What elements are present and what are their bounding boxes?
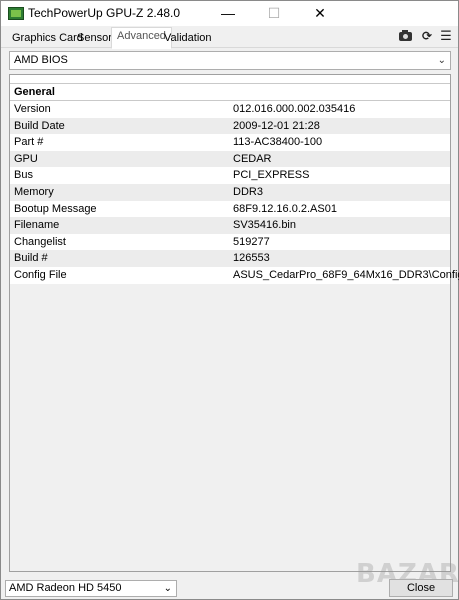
bios-select[interactable]: AMD BIOS ⌄ xyxy=(9,51,451,70)
table-row: Changelist 519277 xyxy=(10,233,450,251)
title-bar[interactable]: TechPowerUp GPU-Z 2.48.0 — ☐ ✕ xyxy=(1,1,458,26)
bios-info-panel: General Version 012.016.000.002.035416 Bu… xyxy=(9,74,459,572)
table-row: Config File ASUS_CedarPro_68F9_64Mx16_DDR… xyxy=(10,266,459,284)
menu-icon[interactable]: ☰ xyxy=(438,29,454,43)
window-title: TechPowerUp GPU-Z 2.48.0 xyxy=(28,6,181,20)
table-row: Version 012.016.000.002.035416 xyxy=(10,101,450,118)
row-value[interactable]: 2009-12-01 21:28 xyxy=(233,118,320,134)
row-value[interactable]: PCI_EXPRESS xyxy=(233,167,309,183)
chevron-down-icon: ⌄ xyxy=(163,583,172,594)
row-key: Part # xyxy=(14,136,44,149)
row-key: Filename xyxy=(14,219,60,232)
table-row: Bus PCI_EXPRESS xyxy=(10,167,450,184)
row-key: Build # xyxy=(14,252,48,265)
section-header-general: General xyxy=(10,83,450,101)
table-row: Build # 126553 xyxy=(10,250,450,267)
row-value[interactable]: 68F9.12.16.0.2.AS01 xyxy=(233,201,337,217)
row-value[interactable]: 519277 xyxy=(233,234,270,250)
info-rows: Version 012.016.000.002.035416 Build Date… xyxy=(10,101,459,284)
device-select[interactable]: AMD Radeon HD 5450 ⌄ xyxy=(5,580,177,597)
device-select-value: AMD Radeon HD 5450 xyxy=(9,582,122,594)
table-row: Build Date 2009-12-01 21:28 xyxy=(10,117,450,135)
chevron-down-icon: ⌄ xyxy=(437,55,446,66)
tab-bar: Graphics Card Sensors Advanced Validatio… xyxy=(1,26,458,49)
maximize-button[interactable]: ☐ xyxy=(251,1,297,26)
refresh-icon[interactable]: ⟳ xyxy=(419,29,435,43)
row-value[interactable]: CEDAR xyxy=(233,151,272,167)
row-key: Memory xyxy=(14,185,54,198)
table-row: Memory DDR3 xyxy=(10,183,450,201)
camera-icon[interactable] xyxy=(398,29,414,43)
gpuz-window: TechPowerUp GPU-Z 2.48.0 — ☐ ✕ Graphics … xyxy=(0,0,459,600)
row-value[interactable]: SV35416.bin xyxy=(233,217,296,233)
row-key: GPU xyxy=(14,152,38,165)
table-row: Filename SV35416.bin xyxy=(10,217,450,234)
close-button[interactable]: Close xyxy=(389,579,453,597)
row-key: Changelist xyxy=(14,235,66,248)
row-key: Bus xyxy=(14,169,33,182)
row-key: Config File xyxy=(14,268,67,281)
minimize-button[interactable]: — xyxy=(205,1,251,26)
row-value[interactable]: 113-AC38400-100 xyxy=(233,134,322,150)
row-value[interactable]: 126553 xyxy=(233,250,270,266)
table-row: Bootup Message 68F9.12.16.0.2.AS01 xyxy=(10,200,450,218)
row-key: Bootup Message xyxy=(14,202,97,215)
row-value[interactable]: DDR3 xyxy=(233,184,263,200)
bios-select-value: AMD BIOS xyxy=(14,54,68,66)
row-key: Build Date xyxy=(14,119,65,132)
row-key: Version xyxy=(14,103,51,115)
row-value[interactable]: 012.016.000.002.035416 xyxy=(233,101,355,117)
close-window-button[interactable]: ✕ xyxy=(297,1,343,26)
table-row: Part # 113-AC38400-100 xyxy=(10,134,450,151)
tab-validation[interactable]: Validation xyxy=(158,29,218,48)
table-row: GPU CEDAR xyxy=(10,150,450,168)
row-value[interactable]: ASUS_CedarPro_68F9_64Mx16_DDR3\Config.h xyxy=(233,267,459,283)
gpuz-app-icon xyxy=(8,7,24,20)
